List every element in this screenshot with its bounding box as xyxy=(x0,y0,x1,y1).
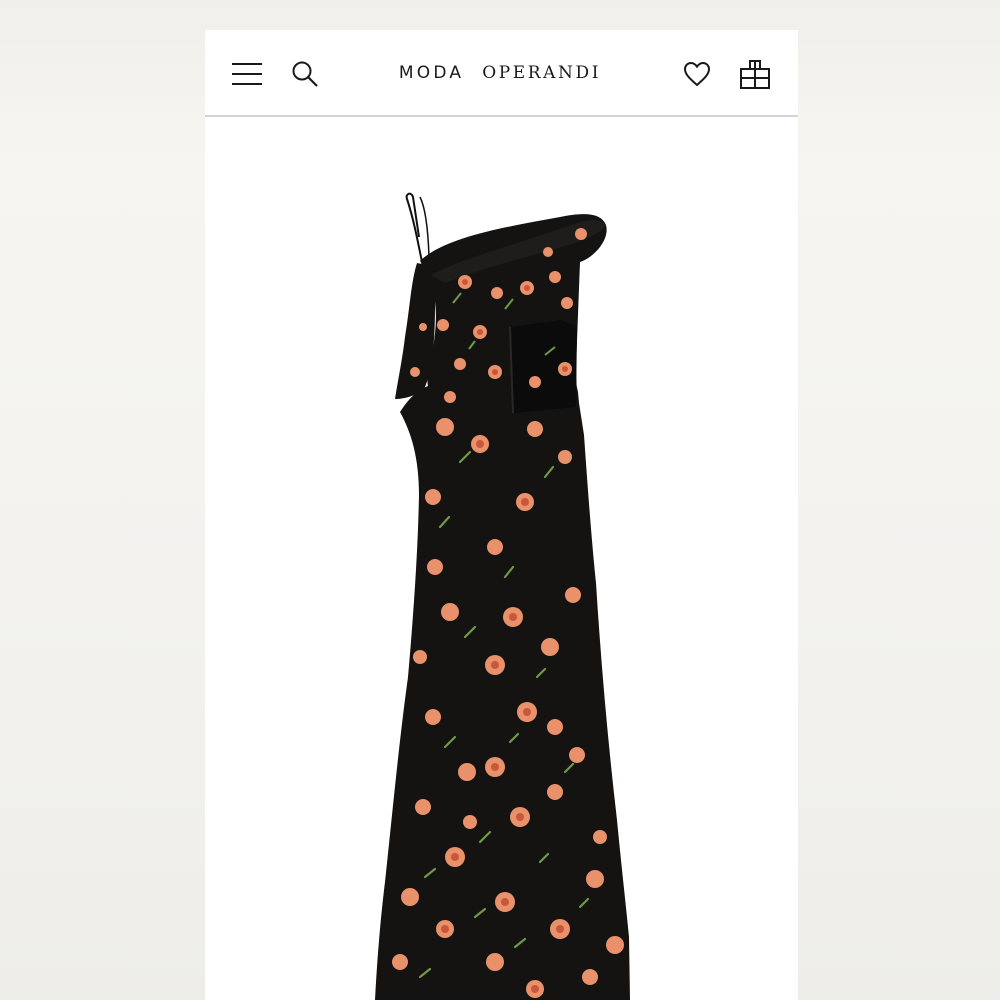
shopping-bag-icon xyxy=(740,60,770,89)
heart-icon xyxy=(684,62,710,86)
search-icon xyxy=(292,61,318,87)
wishlist-button[interactable] xyxy=(679,56,715,92)
brand-logo-word-1: MODA xyxy=(398,63,465,83)
product-image-area[interactable] xyxy=(205,117,798,1000)
brand-logo[interactable]: MODA OPERANDI xyxy=(355,60,645,86)
search-button[interactable] xyxy=(287,56,323,92)
product-image[interactable] xyxy=(205,117,798,1000)
mobile-screen: MODA OPERANDI xyxy=(205,30,798,1000)
shopping-bag-button[interactable] xyxy=(737,56,773,92)
menu-button[interactable] xyxy=(229,56,265,92)
site-header: MODA OPERANDI xyxy=(205,30,798,117)
brand-logo-word-2: OPERANDI xyxy=(482,63,602,83)
hamburger-menu-icon xyxy=(232,63,262,85)
